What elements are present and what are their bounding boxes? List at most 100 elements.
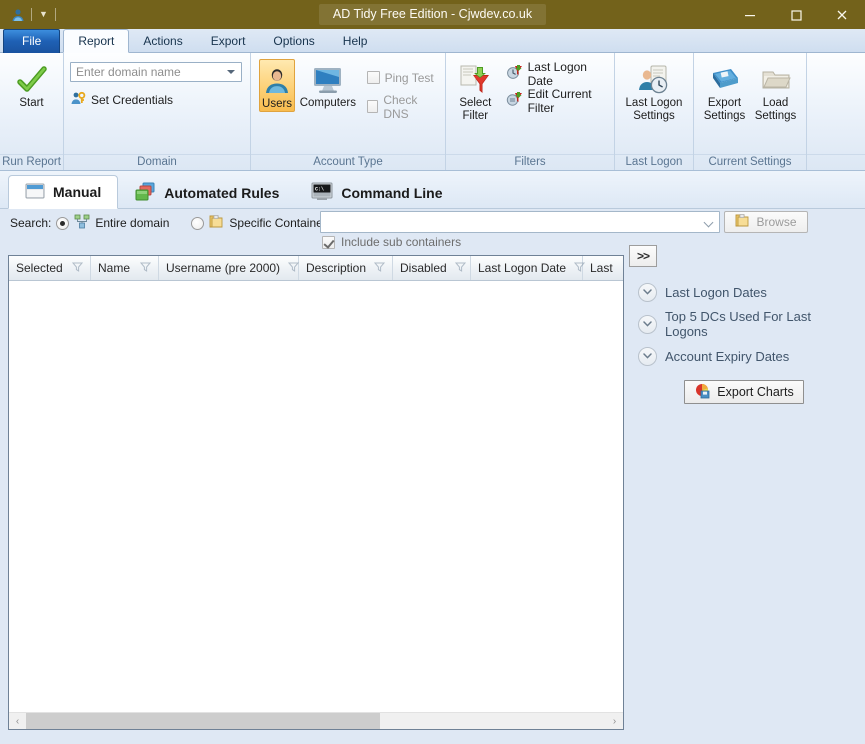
- chevron-down-icon[interactable]: ▼: [37, 10, 50, 19]
- section-top-5-dcs[interactable]: Top 5 DCs Used For Last Logons: [638, 309, 857, 339]
- tab-manual-label: Manual: [53, 184, 102, 200]
- domain-name-combobox[interactable]: Enter domain name: [70, 62, 242, 82]
- browse-button-label: Browse: [756, 215, 797, 229]
- last-logon-date-filter-button[interactable]: Last Logon Date: [506, 60, 608, 88]
- grid-body[interactable]: [9, 281, 623, 712]
- grid-horizontal-scrollbar[interactable]: ‹ ›: [9, 712, 623, 729]
- ping-test-checkbox[interactable]: Ping Test: [366, 67, 439, 88]
- users-button[interactable]: Users: [259, 59, 296, 112]
- ribbon-group-domain: Enter domain name Set Credentials Domain: [63, 53, 250, 170]
- domain-icon: [74, 214, 90, 232]
- ribbon-tab-actions[interactable]: Actions: [129, 30, 196, 53]
- ribbon-group-label-current-settings: Current Settings: [694, 154, 806, 170]
- ribbon-group-label-empty: [807, 154, 865, 170]
- edit-filter-icon: [506, 91, 523, 111]
- column-header-disabled[interactable]: Disabled: [393, 256, 471, 280]
- select-filter-button[interactable]: Select Filter: [455, 59, 496, 123]
- filter-funnel-icon[interactable]: [454, 261, 466, 275]
- scroll-right-arrow-icon[interactable]: ›: [606, 713, 623, 730]
- green-check-icon: [16, 63, 48, 97]
- column-label: Username (pre 2000): [166, 261, 281, 275]
- svg-text:C:\: C:\: [315, 187, 324, 193]
- column-header-description[interactable]: Description: [299, 256, 393, 280]
- load-settings-button[interactable]: Load Settings: [751, 59, 800, 123]
- results-and-charts-area: Selected Name Username (pre 2000) Descri…: [0, 245, 865, 744]
- entire-domain-label[interactable]: Entire domain: [95, 216, 169, 230]
- set-credentials-label: Set Credentials: [91, 92, 174, 107]
- checkbox-box: [366, 100, 379, 113]
- qat-divider-2: [54, 8, 56, 21]
- ribbon-group-run-report: Start Run Report: [0, 53, 63, 170]
- tab-command-line-label: Command Line: [341, 185, 443, 201]
- include-sub-containers-checkbox[interactable]: Include sub containers: [322, 235, 461, 249]
- user-blue-icon[interactable]: [10, 7, 26, 23]
- ribbon-tab-report[interactable]: Report: [63, 29, 130, 53]
- ribbon-group-last-logon: Last Logon Settings Last Logon: [614, 53, 693, 170]
- column-label: Name: [98, 261, 131, 275]
- ribbon-tab-help[interactable]: Help: [329, 30, 382, 53]
- export-charts-button[interactable]: Export Charts: [684, 380, 804, 404]
- start-button-label: Start: [19, 97, 44, 109]
- browse-button[interactable]: Browse: [724, 211, 808, 233]
- chevron-down-icon[interactable]: [638, 346, 657, 366]
- ribbon-tab-options[interactable]: Options: [259, 30, 328, 53]
- column-header-name[interactable]: Name: [91, 256, 159, 280]
- filter-funnel-icon[interactable]: [373, 261, 386, 275]
- pie-chart-save-icon: [694, 383, 711, 402]
- select-filter-line2: Filter: [462, 110, 489, 122]
- filter-funnel-icon[interactable]: [287, 261, 300, 275]
- section-last-logon-dates[interactable]: Last Logon Dates: [638, 281, 857, 303]
- export-settings-button[interactable]: Export Settings: [700, 59, 749, 123]
- column-header-selected[interactable]: Selected: [9, 256, 91, 280]
- close-button[interactable]: [819, 0, 865, 29]
- domain-name-placeholder: Enter domain name: [76, 65, 181, 79]
- scroll-left-arrow-icon[interactable]: ‹: [9, 713, 26, 730]
- scrollbar-thumb[interactable]: [26, 712, 380, 729]
- filter-funnel-icon[interactable]: [71, 261, 84, 275]
- user-key-icon: [70, 90, 86, 109]
- scrollbar-track[interactable]: [26, 712, 606, 729]
- qat-divider-1: [31, 8, 32, 21]
- ribbon-group-label-run-report: Run Report: [0, 154, 63, 170]
- chevron-down-icon[interactable]: [227, 70, 235, 74]
- tab-manual[interactable]: Manual: [8, 175, 119, 209]
- users-button-label: Users: [262, 98, 293, 110]
- application-window: ▼ AD Tidy Free Edition - Cjwdev.co.uk Fi…: [0, 0, 865, 744]
- computers-button[interactable]: Computers: [299, 59, 356, 110]
- filter-funnel-icon[interactable]: [139, 261, 152, 275]
- maximize-button[interactable]: [773, 0, 819, 29]
- tab-automated-rules[interactable]: Automated Rules: [118, 177, 295, 209]
- start-button[interactable]: Start: [6, 59, 57, 110]
- filter-funnel-icon[interactable]: [573, 261, 586, 275]
- stacked-windows-icon: [134, 182, 156, 205]
- tab-command-line[interactable]: C:\ Command Line: [295, 177, 458, 209]
- floppy-disk-icon: [709, 63, 741, 97]
- chevron-down-icon[interactable]: [638, 314, 657, 334]
- column-header-username-pre-2000[interactable]: Username (pre 2000): [159, 256, 300, 280]
- edit-current-filter-button[interactable]: Edit Current Filter: [506, 87, 608, 115]
- ribbon-tab-file[interactable]: File: [3, 29, 61, 53]
- last-logon-settings-button[interactable]: Last Logon Settings: [621, 59, 687, 123]
- radio-entire-domain[interactable]: [56, 216, 70, 230]
- ribbon-group-account-type: Users Computers Ping Test Check DNS Acco…: [250, 53, 445, 170]
- column-header-last-truncated[interactable]: Last: [583, 256, 623, 280]
- radio-specific-container[interactable]: [191, 216, 205, 230]
- check-dns-checkbox[interactable]: Check DNS: [366, 93, 439, 121]
- column-label: Disabled: [400, 261, 447, 275]
- expand-panel-button[interactable]: >>: [629, 245, 657, 267]
- ribbon-group-filters: Select Filter Last Logon Date Edit Curre…: [445, 53, 614, 170]
- last-logon-date-filter-label: Last Logon Date: [527, 59, 587, 88]
- specific-container-input[interactable]: [320, 211, 720, 233]
- chevron-down-icon[interactable]: [638, 282, 657, 302]
- chevron-down-icon[interactable]: [703, 217, 714, 228]
- select-filter-line1: Select: [459, 97, 492, 109]
- ribbon-group-label-account-type: Account Type: [251, 154, 445, 170]
- set-credentials-button[interactable]: Set Credentials: [70, 89, 173, 110]
- column-header-last-logon-date[interactable]: Last Logon Date: [471, 256, 586, 280]
- ribbon-group-current-settings: Export Settings Load Settings Current Se…: [693, 53, 806, 170]
- ribbon-tab-export[interactable]: Export: [197, 30, 260, 53]
- minimize-button[interactable]: [727, 0, 773, 29]
- specific-container-label[interactable]: Specific Container:: [229, 216, 330, 230]
- section-account-expiry-dates[interactable]: Account Expiry Dates: [638, 345, 857, 367]
- include-sub-containers-label: Include sub containers: [341, 235, 462, 249]
